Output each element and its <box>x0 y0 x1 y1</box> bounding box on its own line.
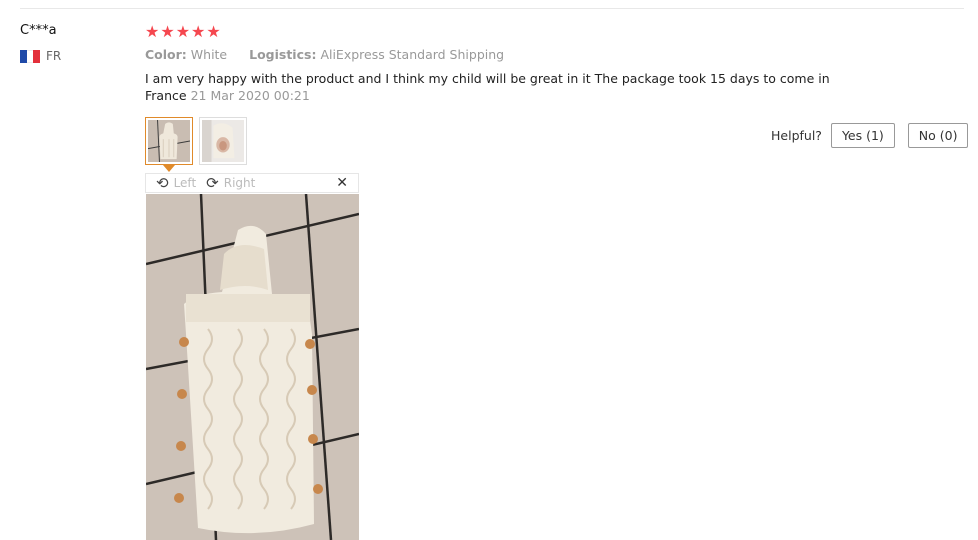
top-divider <box>20 8 964 9</box>
rotate-right-button[interactable]: ⟳ Right <box>206 174 256 192</box>
review-text: I am very happy with the product and I t… <box>145 70 875 104</box>
helpful-no-button[interactable]: No (0) <box>907 123 969 148</box>
order-attributes: Color: White Logistics: AliExpress Stand… <box>145 46 965 64</box>
rotate-right-label: Right <box>223 176 256 190</box>
reviewer-info: C***a FR <box>20 23 61 63</box>
logistics-value: AliExpress Standard Shipping <box>320 47 505 62</box>
rotate-left-button[interactable]: ⟲ Left <box>156 174 197 192</box>
star-rating: ★ ★ ★ ★ ★ <box>145 23 965 41</box>
baby-in-sleeping-bag-thumbnail-image <box>202 120 244 162</box>
star-icon: ★ <box>191 22 206 41</box>
rotate-right-icon: ⟳ <box>206 174 219 192</box>
photo-thumbnails <box>145 117 247 172</box>
helpful-yes-button[interactable]: Yes (1) <box>830 123 895 148</box>
france-flag-icon <box>20 49 41 63</box>
review-content: ★ ★ ★ ★ ★ Color: White Logistics: AliExp… <box>145 23 965 104</box>
logistics-label: Logistics: <box>249 47 317 62</box>
country-code: FR <box>46 49 62 63</box>
rotate-left-label: Left <box>173 176 197 190</box>
sleeping-bag-thumbnail-image <box>147 119 191 163</box>
thumbnail-selected-indicator <box>163 165 175 172</box>
review-photo-large <box>146 194 359 540</box>
review-date: 21 Mar 2020 00:21 <box>190 88 310 103</box>
reviewer-country: FR <box>20 49 61 63</box>
reviewer-name: C***a <box>20 23 57 38</box>
color-value: White <box>190 47 228 62</box>
photo-thumbnail-1[interactable] <box>145 117 193 172</box>
image-viewer-toolbar: ⟲ Left ⟳ Right ✕ <box>145 173 359 193</box>
helpful-vote: Helpful? Yes (1) No (0) <box>771 123 969 148</box>
star-icon: ★ <box>145 22 160 41</box>
helpful-label: Helpful? <box>771 128 822 143</box>
rotate-left-icon: ⟲ <box>156 174 169 192</box>
color-label: Color: <box>145 47 187 62</box>
star-icon: ★ <box>175 22 191 41</box>
close-icon[interactable]: ✕ <box>336 175 348 191</box>
star-icon: ★ <box>160 22 175 41</box>
star-icon: ★ <box>206 22 221 41</box>
photo-thumbnail-2[interactable] <box>199 117 247 165</box>
